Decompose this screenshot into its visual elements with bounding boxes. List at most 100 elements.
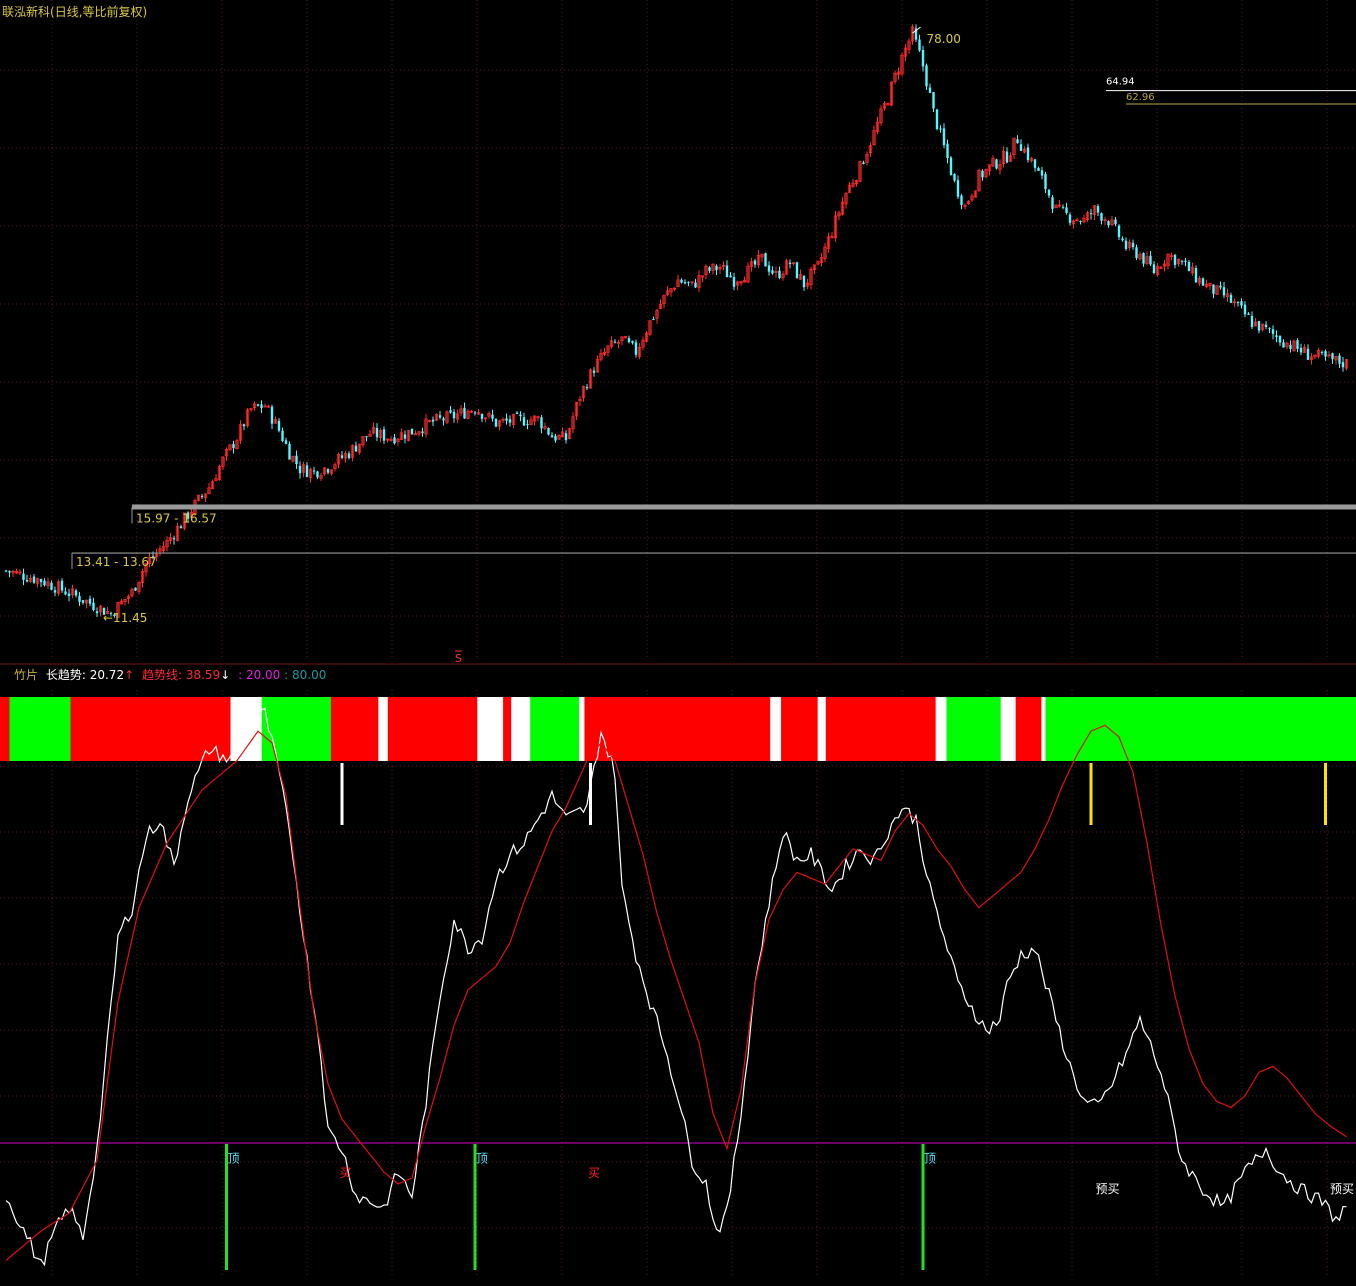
candle-body-down bbox=[64, 591, 67, 595]
candle-body-down bbox=[631, 341, 634, 343]
candle-body-down bbox=[60, 580, 64, 591]
candle-body-down bbox=[1040, 170, 1044, 176]
candle-body-down bbox=[729, 275, 732, 278]
chart-mode: (日线,等比前复权) bbox=[50, 5, 148, 19]
candle-body-down bbox=[1173, 254, 1177, 265]
candle-body-down bbox=[95, 611, 99, 614]
support-label-13: 13.41 - 13.67 bbox=[76, 555, 157, 569]
candle-body-down bbox=[1061, 206, 1065, 208]
candle-body-down bbox=[53, 590, 57, 593]
candle-body-down bbox=[1184, 260, 1187, 262]
candle-body-down bbox=[1180, 260, 1184, 262]
candle-body-down bbox=[480, 413, 484, 419]
candle-body-down bbox=[715, 265, 718, 271]
level-20-value: : 20.00 bbox=[238, 668, 281, 682]
candle-body-down bbox=[995, 159, 998, 169]
candle-body-down bbox=[554, 435, 557, 441]
candle-body-down bbox=[449, 410, 452, 413]
band-segment-white bbox=[1000, 697, 1017, 761]
candle-body-down bbox=[928, 87, 932, 93]
band-segment-green bbox=[1045, 697, 1356, 761]
candle-body-down bbox=[1187, 262, 1191, 272]
candle-body-down bbox=[1152, 264, 1156, 274]
candle-body-down bbox=[179, 526, 183, 529]
candle-body-down bbox=[1219, 285, 1222, 288]
candle-body-down bbox=[921, 50, 925, 67]
candle-body-down bbox=[431, 419, 435, 422]
candle-body-down bbox=[652, 318, 655, 320]
candle-body-down bbox=[1324, 351, 1327, 357]
candle-body-down bbox=[1296, 340, 1299, 349]
candle-body-down bbox=[1201, 278, 1205, 286]
band-segment-green bbox=[261, 697, 332, 761]
support-band-16 bbox=[132, 504, 1356, 510]
buy-signal-label: 买 bbox=[340, 1166, 352, 1180]
band-segment-green bbox=[946, 697, 1002, 761]
resistance-label-64: 64.94 bbox=[1106, 77, 1135, 88]
candle-body-down bbox=[627, 338, 631, 342]
candle-body-down bbox=[354, 445, 358, 452]
candle-body-down bbox=[1275, 335, 1278, 338]
candle-body-down bbox=[1278, 335, 1282, 343]
candle-body-down bbox=[1135, 247, 1138, 259]
candlestick-series[interactable] bbox=[4, 24, 1349, 618]
candle-body-down bbox=[305, 465, 309, 477]
candle-body-down bbox=[410, 428, 414, 435]
candle-body-down bbox=[232, 443, 235, 449]
candle-body-down bbox=[694, 282, 697, 288]
candle-body-down bbox=[494, 418, 498, 427]
candle-body-down bbox=[519, 414, 522, 417]
candle-body-down bbox=[32, 576, 36, 583]
band-segment-red bbox=[330, 697, 379, 761]
indicator-name: 竹片 bbox=[14, 668, 39, 682]
trend-line-value: 38.59 bbox=[185, 668, 221, 682]
candle-body-down bbox=[1068, 214, 1072, 223]
candle-body-down bbox=[81, 600, 85, 603]
candle-body-down bbox=[634, 342, 638, 355]
candle-body-down bbox=[1044, 173, 1047, 190]
top-signal-label: 顶 bbox=[476, 1151, 488, 1165]
candle-body-down bbox=[949, 157, 953, 176]
candle-body-down bbox=[438, 415, 442, 418]
band-segment-red bbox=[0, 697, 10, 761]
candle-body-down bbox=[316, 471, 319, 478]
down-arrow-icon: ↓ bbox=[220, 668, 231, 682]
candle-body-down bbox=[862, 162, 865, 165]
trend-line[interactable] bbox=[5, 724, 1347, 1261]
candle-body-down bbox=[753, 260, 757, 265]
candle-body-down bbox=[1236, 302, 1240, 304]
candle-body-down bbox=[260, 404, 263, 409]
candle-body-down bbox=[1026, 147, 1030, 161]
candle-body-down bbox=[67, 593, 71, 597]
candle-body-down bbox=[1306, 348, 1310, 360]
candle-body-down bbox=[43, 580, 46, 586]
candle-body-down bbox=[1079, 220, 1082, 222]
low-price-label: ←11.45 bbox=[103, 611, 147, 625]
chart-canvas[interactable]: 78.00 ←11.45 64.94 62.96 15.97 - 16.57 13.41 … bbox=[0, 0, 1356, 1286]
candle-body-down bbox=[281, 430, 284, 442]
band-segment-red bbox=[584, 697, 771, 761]
candle-body-down bbox=[764, 253, 767, 267]
candle-body-down bbox=[613, 341, 617, 343]
candle-body-down bbox=[1033, 159, 1037, 168]
candle-body-down bbox=[134, 587, 137, 591]
candle-body-down bbox=[172, 538, 176, 540]
band-segment-red bbox=[503, 697, 512, 761]
candle-body-down bbox=[939, 128, 942, 130]
candle-body-down bbox=[767, 265, 771, 272]
level-80-value: : 80.00 bbox=[284, 668, 327, 682]
candle-body-down bbox=[1194, 268, 1198, 283]
stock-name: 联泓新科 bbox=[2, 5, 51, 19]
candle-body-down bbox=[550, 435, 554, 438]
long-trend-line[interactable] bbox=[5, 707, 1347, 1267]
candle-body-down bbox=[1331, 353, 1334, 360]
candle-body-down bbox=[242, 424, 246, 427]
candle-body-down bbox=[1250, 316, 1254, 327]
candle-body-down bbox=[1016, 139, 1019, 144]
candle-body-down bbox=[4, 570, 8, 572]
pre-buy-signal-label: 预买 bbox=[1096, 1182, 1120, 1196]
oscillator-lines[interactable] bbox=[0, 707, 1356, 1267]
band-segment-white bbox=[579, 697, 585, 761]
candle-body-down bbox=[200, 496, 204, 498]
band-segment-white bbox=[378, 697, 389, 761]
